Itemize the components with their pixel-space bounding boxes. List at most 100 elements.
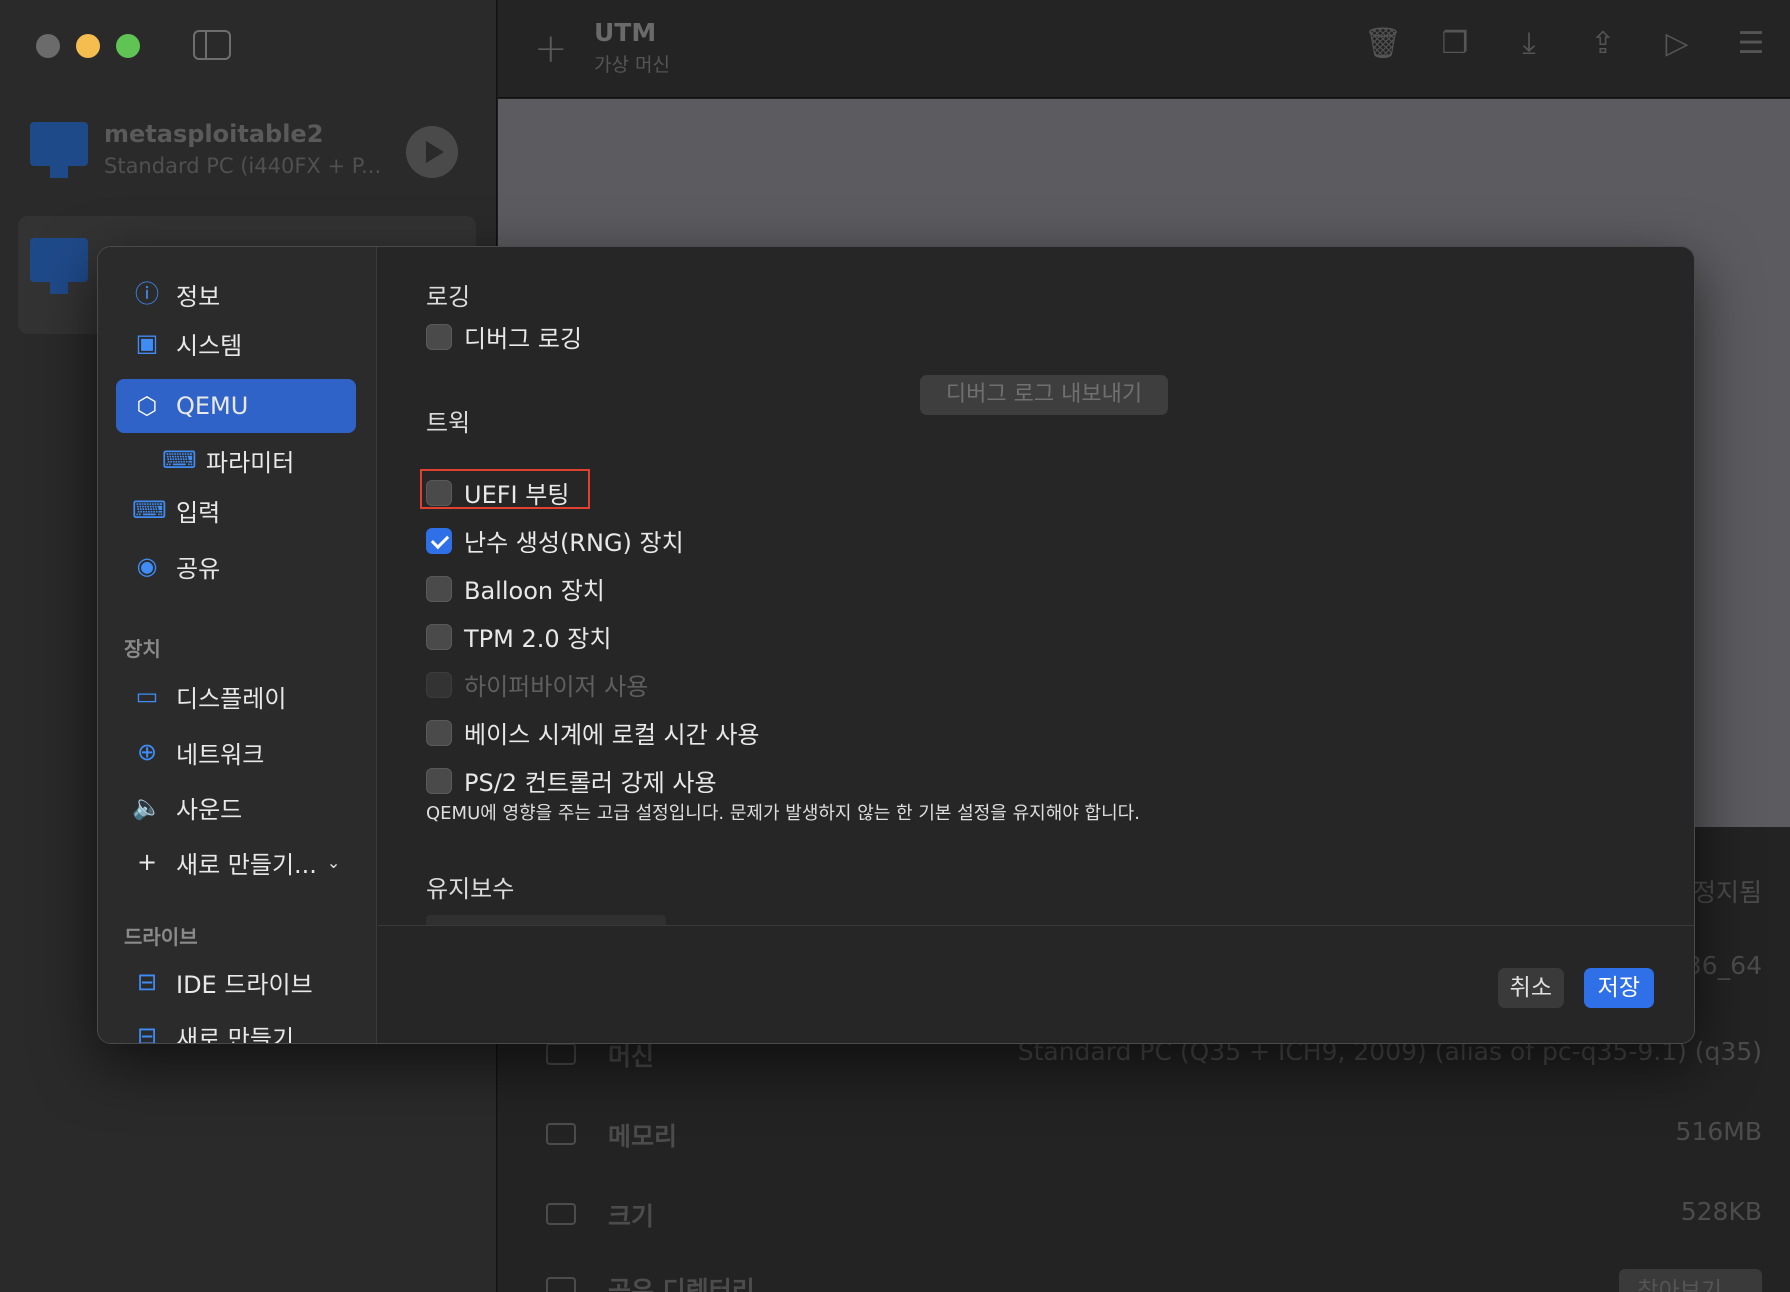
nav-label: 입력	[176, 498, 221, 527]
settings-sidebar: ⓘ 정보 ▣ 시스템 ⬡ QEMU ⌨ 파라미터 ⌨ 입력 ◉ 공유 장치 ▭ …	[98, 247, 377, 1044]
logging-section-title: 로깅	[426, 283, 471, 311]
architecture-value: 36_64	[1685, 951, 1762, 980]
tweaks-section-title: 트윅	[426, 409, 471, 437]
qemu-settings-pane: 로깅 디버그 로깅 디버그 로그 내보내기 트윅 UEFI 부팅 난수 생성(R…	[378, 247, 1694, 925]
sidebar-toggle-icon[interactable]	[193, 30, 231, 60]
uefi-boot-checkbox[interactable]: UEFI 부팅	[426, 475, 569, 510]
shared-directory-row: 공유 디렉터리 찾아보기...	[546, 1269, 1762, 1292]
checkbox-disabled	[426, 671, 452, 698]
info-icon: ⓘ	[135, 280, 159, 308]
nav-item-parameters[interactable]: ⌨ 파라미터	[116, 433, 356, 487]
nav-item-system[interactable]: ▣ 시스템	[116, 316, 356, 370]
close-window-button[interactable]	[36, 34, 60, 58]
save-button[interactable]: 저장	[1583, 968, 1654, 1008]
memory-row: 메모리 516MB	[546, 1117, 1762, 1167]
checkbox[interactable]	[426, 479, 452, 506]
nav-label: 네트워크	[176, 740, 265, 769]
nav-item-qemu[interactable]: ⬡ QEMU	[116, 379, 356, 433]
monitor-icon	[546, 1043, 576, 1065]
checkbox-label: TPM 2.0 장치	[464, 625, 612, 653]
export-debug-log-button[interactable]: 디버그 로그 내보내기	[920, 375, 1168, 415]
tpm-device-checkbox[interactable]: TPM 2.0 장치	[426, 619, 611, 654]
devices-header: 장치	[124, 637, 161, 661]
nav-label: 사운드	[176, 795, 243, 824]
nav-label: 새로 만들기...	[176, 1024, 317, 1044]
rng-device-checkbox[interactable]: 난수 생성(RNG) 장치	[426, 523, 684, 558]
app-title: UTM	[594, 18, 657, 47]
globe-icon: ⊕	[136, 738, 158, 766]
checkbox[interactable]	[426, 719, 452, 746]
vm-play-button[interactable]	[406, 126, 458, 178]
display-icon: ▭	[135, 682, 159, 710]
dialog-footer: 취소 저장	[378, 925, 1694, 1043]
balloon-device-checkbox[interactable]: Balloon 장치	[426, 571, 605, 606]
nav-label: IDE 드라이브	[176, 970, 313, 999]
nav-label: 파라미터	[206, 448, 295, 477]
hypervisor-checkbox: 하이퍼바이저 사용	[426, 667, 648, 702]
checkbox-label: 디버그 로깅	[464, 325, 583, 353]
ps2-controller-checkbox[interactable]: PS/2 컨트롤러 강제 사용	[426, 763, 717, 798]
vm-list-item[interactable]: metasploitable2 Standard PC (i440FX + P.…	[18, 100, 476, 218]
browse-button[interactable]: 찾아보기...	[1619, 1269, 1762, 1292]
memory-label: 메모리	[608, 1122, 678, 1151]
checkbox[interactable]	[426, 323, 452, 350]
checkbox-label: 난수 생성(RNG) 장치	[464, 529, 684, 557]
chevron-down-icon: ⌄	[326, 852, 341, 872]
keyboard-icon: ⌨	[132, 496, 167, 524]
settings-sliders-icon[interactable]: ☰	[1734, 24, 1768, 64]
drives-header: 드라이브	[124, 925, 198, 949]
checkbox[interactable]	[426, 767, 452, 794]
download-icon[interactable]: ⤓	[1512, 24, 1546, 64]
checkbox[interactable]	[426, 623, 452, 650]
tweaks-note: QEMU에 영향을 주는 고급 설정입니다. 문제가 발생하지 않는 한 기본 …	[426, 803, 1140, 824]
nav-item-network[interactable]: ⊕ 네트워크	[116, 725, 356, 779]
drive-icon	[546, 1277, 576, 1292]
main-toolbar: + UTM 가상 머신 🗑 ❐ ⤓ ⇪ ▷ ☰	[498, 0, 1790, 98]
size-row: 크기 528KB	[546, 1197, 1762, 1247]
memory-value: 516MB	[1675, 1117, 1762, 1146]
add-vm-button[interactable]: +	[534, 26, 568, 72]
minimize-window-button[interactable]	[76, 34, 100, 58]
nav-item-ide-drive[interactable]: ⊟ IDE 드라이브	[116, 955, 356, 1009]
nav-item-sharing[interactable]: ◉ 공유	[116, 539, 356, 593]
monitor-icon	[30, 238, 88, 294]
nav-item-input[interactable]: ⌨ 입력	[116, 483, 356, 537]
size-label: 크기	[608, 1202, 655, 1231]
nav-item-display[interactable]: ▭ 디스플레이	[116, 669, 356, 723]
text-field-icon: ⌨	[162, 446, 197, 474]
nav-item-info[interactable]: ⓘ 정보	[116, 267, 356, 321]
play-icon[interactable]: ▷	[1660, 24, 1694, 64]
vm-name: metasploitable2	[104, 120, 324, 148]
debug-logging-checkbox[interactable]: 디버그 로깅	[426, 319, 582, 354]
checkbox[interactable]	[426, 575, 452, 602]
vm-description: Standard PC (i440FX + P...	[104, 154, 382, 178]
maintenance-section-title: 유지보수	[426, 875, 515, 903]
size-value: 528KB	[1680, 1197, 1762, 1226]
share-icon[interactable]: ⇪	[1586, 24, 1620, 64]
app-subtitle: 가상 머신	[594, 54, 670, 76]
checkbox-label: UEFI 부팅	[464, 481, 570, 509]
clone-icon[interactable]: ❐	[1438, 24, 1472, 64]
drive-icon: ⊟	[136, 968, 158, 996]
speaker-icon: 🔈	[132, 793, 162, 821]
nav-label: 새로 만들기...	[176, 850, 317, 879]
checkbox-label: Balloon 장치	[464, 577, 605, 605]
monitor-icon	[30, 122, 88, 178]
nav-label: 시스템	[176, 331, 243, 360]
drive-add-icon: ⊟	[136, 1022, 158, 1044]
checkbox-checked[interactable]	[426, 527, 452, 554]
nav-item-sound[interactable]: 🔈 사운드	[116, 780, 356, 834]
nav-label: 공유	[176, 554, 221, 583]
maximize-window-button[interactable]	[116, 34, 140, 58]
new-device-menu[interactable]: + 새로 만들기... ⌄	[116, 835, 356, 889]
cpu-icon: ▣	[135, 329, 159, 357]
cancel-button[interactable]: 취소	[1497, 968, 1564, 1008]
local-time-checkbox[interactable]: 베이스 시계에 로컬 시간 사용	[426, 715, 759, 750]
nav-item-new-drive[interactable]: ⊟ 새로 만들기...	[116, 1009, 356, 1044]
utm-window: metasploitable2 Standard PC (i440FX + P.…	[0, 0, 1790, 1292]
trash-icon[interactable]: 🗑	[1364, 24, 1402, 64]
machine-row: 머신 Standard PC (Q35 + ICH9, 2009) (alias…	[546, 1037, 1762, 1087]
drive-icon	[546, 1203, 576, 1225]
memory-chip-icon	[546, 1123, 576, 1145]
vm-settings-dialog: ⓘ 정보 ▣ 시스템 ⬡ QEMU ⌨ 파라미터 ⌨ 입력 ◉ 공유 장치 ▭ …	[97, 246, 1695, 1044]
